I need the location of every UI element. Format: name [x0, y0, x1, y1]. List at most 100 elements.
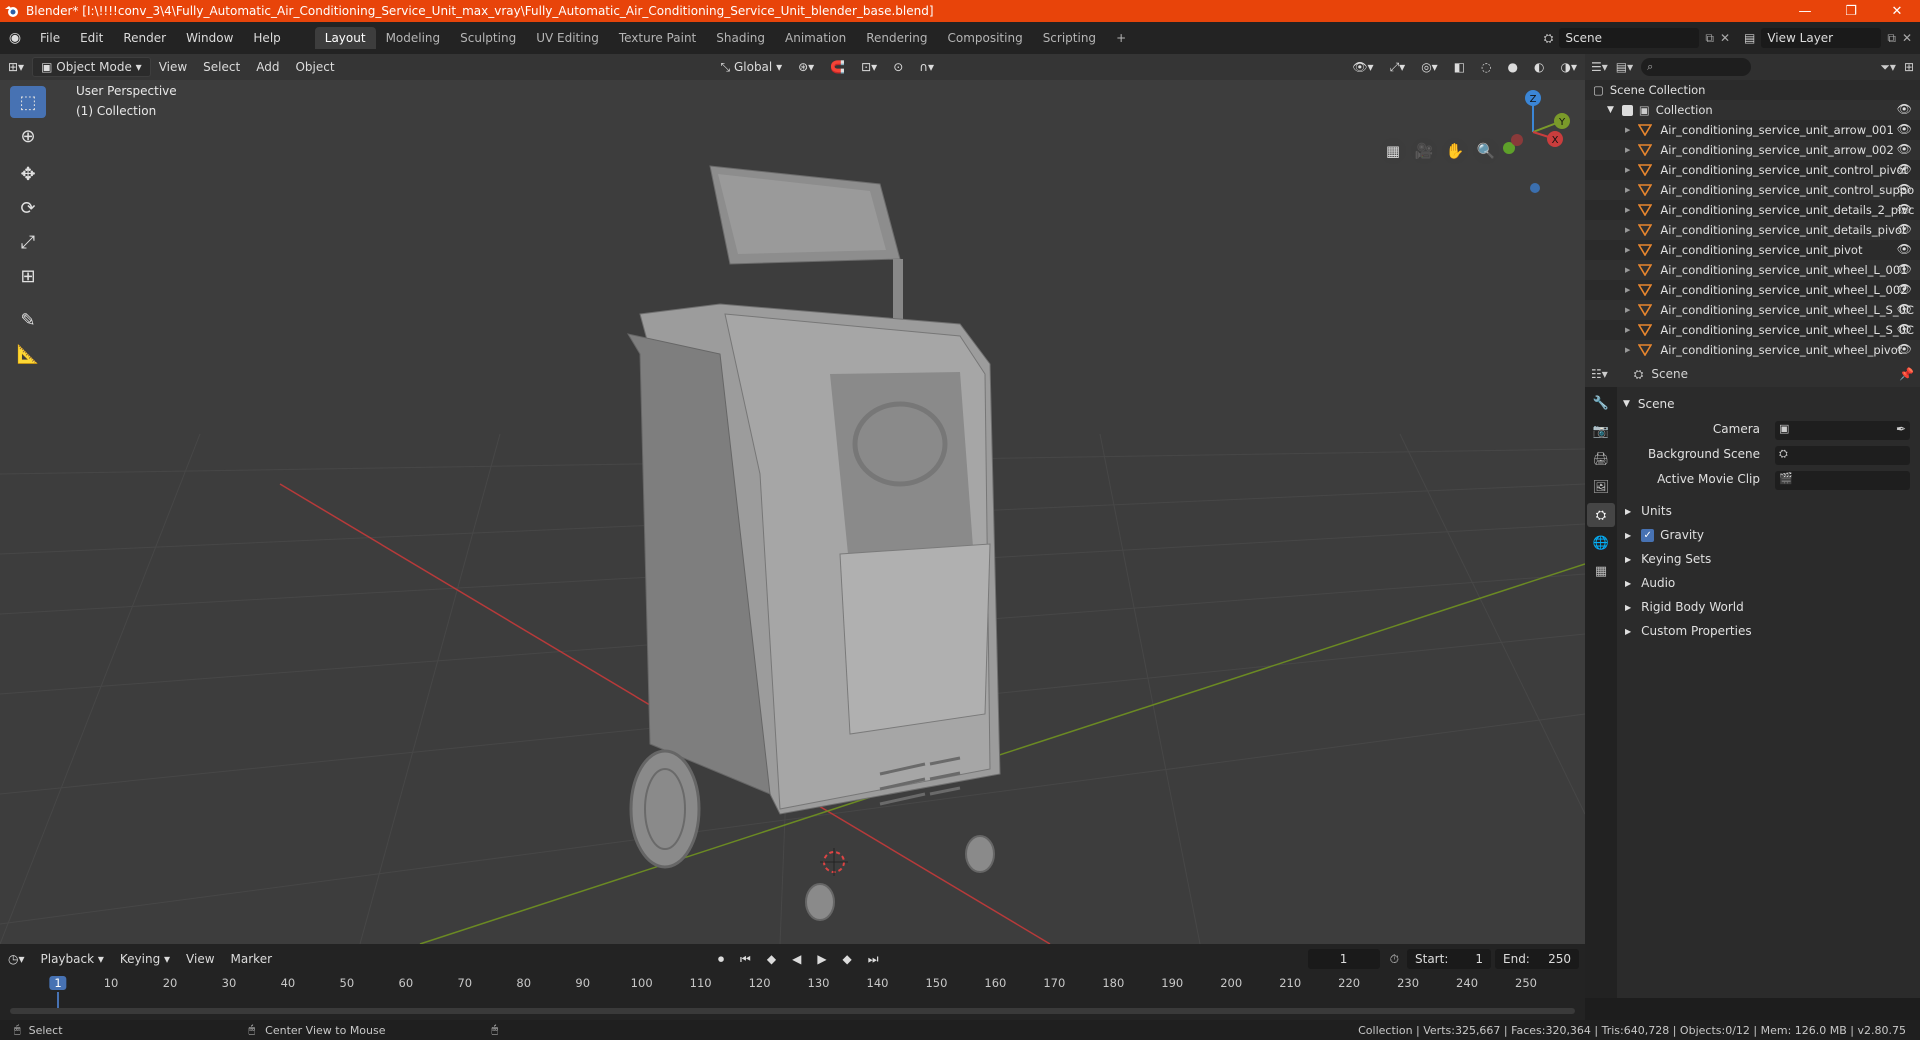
gizmo-neg-x[interactable] — [1511, 134, 1523, 146]
expand-object-icon[interactable]: ▶ — [1625, 226, 1630, 234]
tab-layout[interactable]: Layout — [314, 27, 376, 49]
object-visibility-icon[interactable]: 👁 — [1897, 342, 1912, 356]
pin-icon[interactable]: 📌 — [1899, 367, 1914, 381]
toggle-grid-view-icon[interactable]: ▦ — [1380, 138, 1406, 164]
camera-view-icon[interactable]: 🎥 — [1411, 138, 1437, 164]
minimize-button[interactable]: — — [1782, 4, 1828, 19]
expand-object-icon[interactable]: ▶ — [1625, 166, 1630, 174]
record-icon[interactable]: ⏺ — [710, 950, 732, 969]
3d-cursor-icon[interactable] — [820, 848, 848, 876]
outliner-scene-collection[interactable]: ▢ Scene Collection — [1585, 80, 1920, 100]
object-visibility-icon[interactable]: 👁 — [1897, 262, 1912, 276]
expand-object-icon[interactable]: ▶ — [1625, 246, 1630, 254]
tab-scripting[interactable]: Scripting — [1033, 27, 1106, 49]
snap-icon[interactable]: 🧲 — [822, 58, 853, 76]
object-visibility-icon[interactable]: 👁 — [1897, 122, 1912, 136]
outliner-object-item[interactable]: ▶ Air_conditioning_service_unit_wheel_L_0… — [1585, 280, 1920, 300]
blender-menu-icon[interactable]: ◉ — [0, 30, 30, 46]
object-visibility-icon[interactable]: 👁 — [1897, 142, 1912, 156]
expand-object-icon[interactable]: ▶ — [1625, 346, 1630, 354]
menu-playback[interactable]: Playback ▾ — [33, 950, 112, 968]
gravity-panel-header[interactable]: ▶ ✓ Gravity — [1625, 528, 1704, 542]
new-view-layer-icon[interactable]: ⧉ — [1887, 31, 1896, 46]
transform-tool-icon[interactable]: ⊞ — [10, 260, 46, 292]
keying-sets-panel-header[interactable]: ▶ Keying Sets — [1625, 552, 1711, 566]
object-visibility-icon[interactable]: 👁 — [1897, 222, 1912, 236]
expand-object-icon[interactable]: ▶ — [1625, 326, 1630, 334]
outliner-object-item[interactable]: ▶ Air_conditioning_service_unit_wheel_L_S… — [1585, 300, 1920, 320]
visibility-icon[interactable]: 👁▾ — [1344, 58, 1381, 76]
3d-viewport[interactable]: ⊞▾ ▣ Object Mode ▾ View Select Add Objec… — [0, 54, 1585, 944]
expand-collection-icon[interactable]: ▼ — [1607, 105, 1614, 115]
tab-modeling[interactable]: Modeling — [376, 27, 451, 49]
close-button[interactable]: ✕ — [1874, 4, 1920, 19]
solid-shading-icon[interactable]: ● — [1500, 58, 1526, 76]
navigation-gizmo[interactable]: Z Y X — [1490, 84, 1570, 194]
tab-rendering[interactable]: Rendering — [856, 27, 937, 49]
object-visibility-icon[interactable]: 👁 — [1897, 182, 1912, 196]
menu-marker[interactable]: Marker — [223, 950, 280, 968]
menu-view[interactable]: View — [151, 58, 195, 76]
editor-type-icon[interactable]: ⊞▾ — [0, 58, 32, 76]
expand-object-icon[interactable]: ▶ — [1625, 266, 1630, 274]
tool-tab-icon[interactable]: 🔧 — [1587, 391, 1615, 415]
falloff-icon[interactable]: ∩▾ — [911, 58, 942, 76]
view-layer-icon[interactable]: ▤ — [1744, 31, 1755, 45]
outliner-object-item[interactable]: ▶ Air_conditioning_service_unit_control_s… — [1585, 180, 1920, 200]
outliner-object-item[interactable]: ▶ Air_conditioning_service_unit_pivot 👁 — [1585, 240, 1920, 260]
prev-keyframe-icon[interactable]: ◆ — [759, 950, 784, 968]
menu-file[interactable]: File — [30, 31, 70, 45]
menu-help[interactable]: Help — [243, 31, 290, 45]
material-shading-icon[interactable]: ◐ — [1526, 58, 1552, 76]
delete-view-layer-icon[interactable]: ✕ — [1902, 31, 1912, 45]
next-keyframe-icon[interactable]: ◆ — [835, 950, 860, 968]
outliner-collection[interactable]: ▼ ▣ Collection 👁 — [1585, 100, 1920, 120]
menu-object[interactable]: Object — [287, 58, 342, 76]
tab-compositing[interactable]: Compositing — [937, 27, 1032, 49]
properties-editor-type-icon[interactable]: ☷▾ — [1591, 367, 1608, 381]
expand-object-icon[interactable]: ▶ — [1625, 206, 1630, 214]
expand-object-icon[interactable]: ▶ — [1625, 186, 1630, 194]
filter-icon[interactable]: ⏷▾ — [1880, 60, 1896, 75]
outliner-object-item[interactable]: ▶ Air_conditioning_service_unit_arrow_002… — [1585, 140, 1920, 160]
tab-sculpting[interactable]: Sculpting — [450, 27, 526, 49]
collection-checkbox[interactable] — [1621, 104, 1633, 116]
menu-select[interactable]: Select — [195, 58, 248, 76]
current-frame-field[interactable]: 1 — [1307, 949, 1380, 969]
menu-keying[interactable]: Keying ▾ — [112, 950, 178, 968]
collection-visibility-icon[interactable]: 👁 — [1897, 102, 1912, 116]
expand-object-icon[interactable]: ▶ — [1625, 286, 1630, 294]
tab-animation[interactable]: Animation — [775, 27, 856, 49]
xray-toggle-icon[interactable]: ◧ — [1446, 58, 1473, 76]
units-panel-header[interactable]: ▶ Units — [1625, 504, 1672, 518]
measure-tool-icon[interactable]: 📐 — [10, 338, 46, 370]
restore-button[interactable]: ❐ — [1828, 4, 1874, 19]
delete-scene-icon[interactable]: ✕ — [1720, 31, 1730, 45]
gizmo-toggle-icon[interactable]: ⤢▾ — [1382, 58, 1414, 77]
eyedropper-icon[interactable]: ✒ — [1896, 422, 1906, 436]
rotate-tool-icon[interactable]: ⟳ — [10, 192, 46, 224]
new-collection-icon[interactable]: ⊞ — [1904, 60, 1914, 74]
jump-end-icon[interactable]: ⏭ — [860, 950, 887, 969]
play-reverse-icon[interactable]: ◀ — [784, 950, 809, 968]
proportional-edit-icon[interactable]: ⊙ — [885, 58, 911, 76]
view-layer-field[interactable]: View Layer — [1761, 28, 1882, 48]
menu-add[interactable]: Add — [248, 58, 287, 76]
ac-service-unit-model[interactable] — [626, 165, 1001, 921]
outliner-object-item[interactable]: ▶ Air_conditioning_service_unit_control_p… — [1585, 160, 1920, 180]
tab-texture-paint[interactable]: Texture Paint — [609, 27, 706, 49]
outliner-editor-type-icon[interactable]: ☰▾ — [1591, 60, 1608, 74]
outliner-object-item[interactable]: ▶ Air_conditioning_service_unit_wheel_L_0… — [1585, 260, 1920, 280]
world-tab-icon[interactable]: 🌐 — [1587, 531, 1615, 555]
custom-properties-panel-header[interactable]: ▶ Custom Properties — [1625, 624, 1752, 638]
pivot-point-icon[interactable]: ⊛▾ — [790, 58, 822, 76]
add-workspace-button[interactable]: + — [1106, 27, 1136, 49]
mode-dropdown[interactable]: ▣ Object Mode ▾ — [32, 57, 151, 77]
scale-tool-icon[interactable]: ⤢ — [10, 226, 46, 258]
outliner-object-item[interactable]: ▶ Air_conditioning_service_unit_details_2… — [1585, 200, 1920, 220]
wireframe-shading-icon[interactable]: ◌ — [1473, 58, 1499, 76]
background-scene-field[interactable]: ⛭ — [1775, 446, 1910, 465]
start-frame-field[interactable]: Start: 1 — [1407, 949, 1491, 969]
tab-shading[interactable]: Shading — [706, 27, 775, 49]
object-visibility-icon[interactable]: 👁 — [1897, 242, 1912, 256]
